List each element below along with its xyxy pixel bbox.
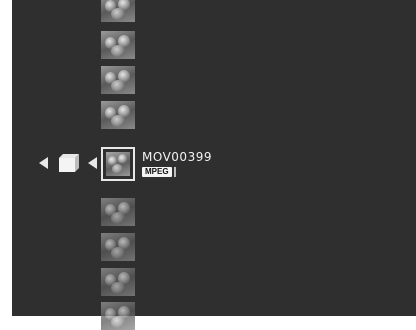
format-bar	[173, 167, 176, 177]
file-browser-screen: MOV00399 MPEG	[12, 0, 416, 330]
format-label: MPEG	[142, 167, 172, 177]
thumbnail-item[interactable]	[101, 31, 135, 59]
thumbnail-item[interactable]	[101, 66, 135, 94]
thumbnail-item[interactable]	[101, 268, 135, 296]
format-badge: MPEG	[142, 167, 176, 177]
thumbnail-item[interactable]	[101, 101, 135, 129]
select-arrow-icon	[88, 157, 97, 169]
thumbnail-item[interactable]	[101, 198, 135, 226]
thumbnail-image	[106, 152, 130, 176]
thumbnail-item[interactable]	[101, 302, 135, 330]
back-arrow-icon[interactable]	[39, 157, 48, 169]
selected-thumbnail[interactable]	[101, 147, 135, 181]
folder-icon[interactable]	[57, 152, 81, 174]
thumbnail-item[interactable]	[101, 0, 135, 22]
file-name: MOV00399	[142, 150, 212, 164]
thumbnail-item[interactable]	[101, 233, 135, 261]
